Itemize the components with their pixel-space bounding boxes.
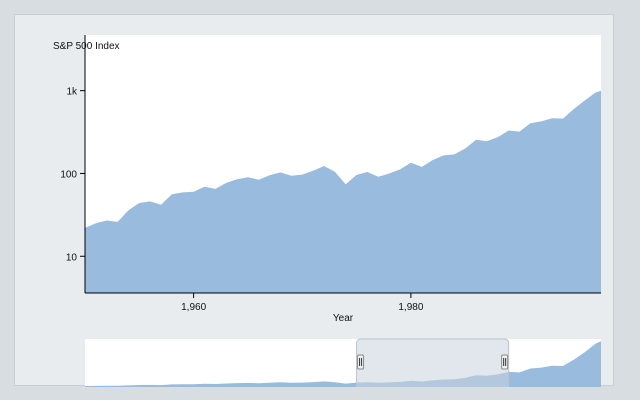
y-tick-label: 100 — [60, 169, 77, 180]
x-tick-label: 1,960 — [181, 302, 206, 313]
y-tick-label: 10 — [66, 252, 78, 263]
y-axis-label: S&P 500 Index — [53, 41, 120, 52]
y-axis: 10 100 1k — [60, 87, 85, 263]
x-axis: 1,960 1,980 — [181, 293, 424, 313]
y-tick-label: 1k — [66, 87, 78, 98]
chart-panel: 10 100 1k 1,960 1,980 S&P 500 Index Year — [14, 14, 614, 387]
brush-selection[interactable] — [356, 338, 510, 387]
brush-left-handle[interactable] — [357, 354, 365, 370]
brush-right-handle[interactable] — [501, 354, 509, 370]
x-axis-label: Year — [333, 313, 354, 324]
chart-svg: 10 100 1k 1,960 1,980 S&P 500 Index Year — [53, 35, 601, 387]
x-tick-label: 1,980 — [398, 302, 423, 313]
